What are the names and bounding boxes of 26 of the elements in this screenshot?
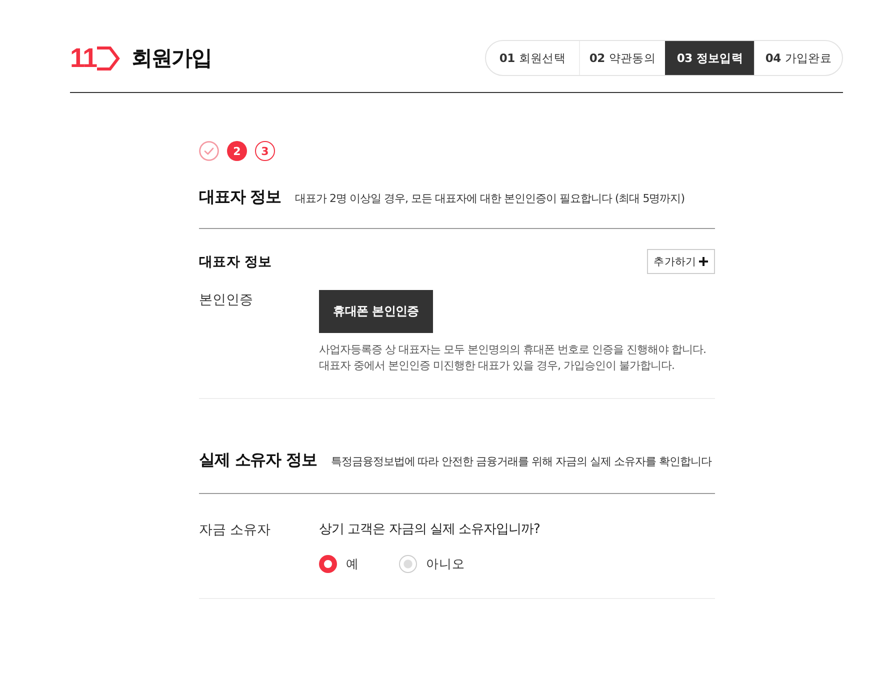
field-label: 본인인증 (199, 291, 253, 310)
radio-button[interactable] (319, 555, 337, 573)
step-indicator: 03 정보입력 (665, 41, 754, 75)
help-text: 대표자 중에서 본인인증 미진행한 대표가 있을 경우, 가입승인이 불가합니다. (319, 358, 676, 374)
question-text: 상기 고객은 자금의 실제 소유자입니까? (319, 521, 541, 539)
subsection-title: 대표자 정보 (199, 252, 272, 270)
page-title: 회원가입 (132, 45, 212, 72)
step-indicator: 04 가입완료 (754, 41, 842, 75)
phone-verification-button[interactable]: 휴대폰 본인인증 (319, 290, 433, 333)
section-title: 대표자 정보 (199, 186, 281, 208)
radio-label[interactable]: 예 (346, 556, 359, 572)
logo-text: 11 (70, 46, 97, 70)
radio-button[interactable] (399, 555, 417, 573)
step-number: 3 (255, 141, 275, 161)
field-label: 자금 소유자 (199, 521, 270, 540)
section-title: 실제 소유자 정보 (199, 449, 317, 471)
step-indicator: 01 회원선택 (498, 50, 567, 67)
add-button[interactable]: 추가하기 (647, 249, 715, 274)
section-description: 특정금융정보법에 따라 안전한 금융거래를 위해 자금의 실제 소유자를 확인합니다 (330, 454, 712, 469)
section-description: 대표가 2명 이상일 경우, 모든 대표자에 대한 본인인증이 필요합니다 (최대 5명까지) (294, 191, 685, 206)
radio-label[interactable]: 아니오 (426, 556, 465, 572)
step-number: 2 (227, 141, 247, 161)
plus-icon (699, 257, 708, 266)
logo-icon (96, 46, 120, 70)
check-circle-icon (199, 141, 219, 161)
help-text: 사업자등록증 상 대표자는 모두 본인명의의 휴대폰 번호로 인증을 진행해야 합니다. (319, 342, 707, 358)
